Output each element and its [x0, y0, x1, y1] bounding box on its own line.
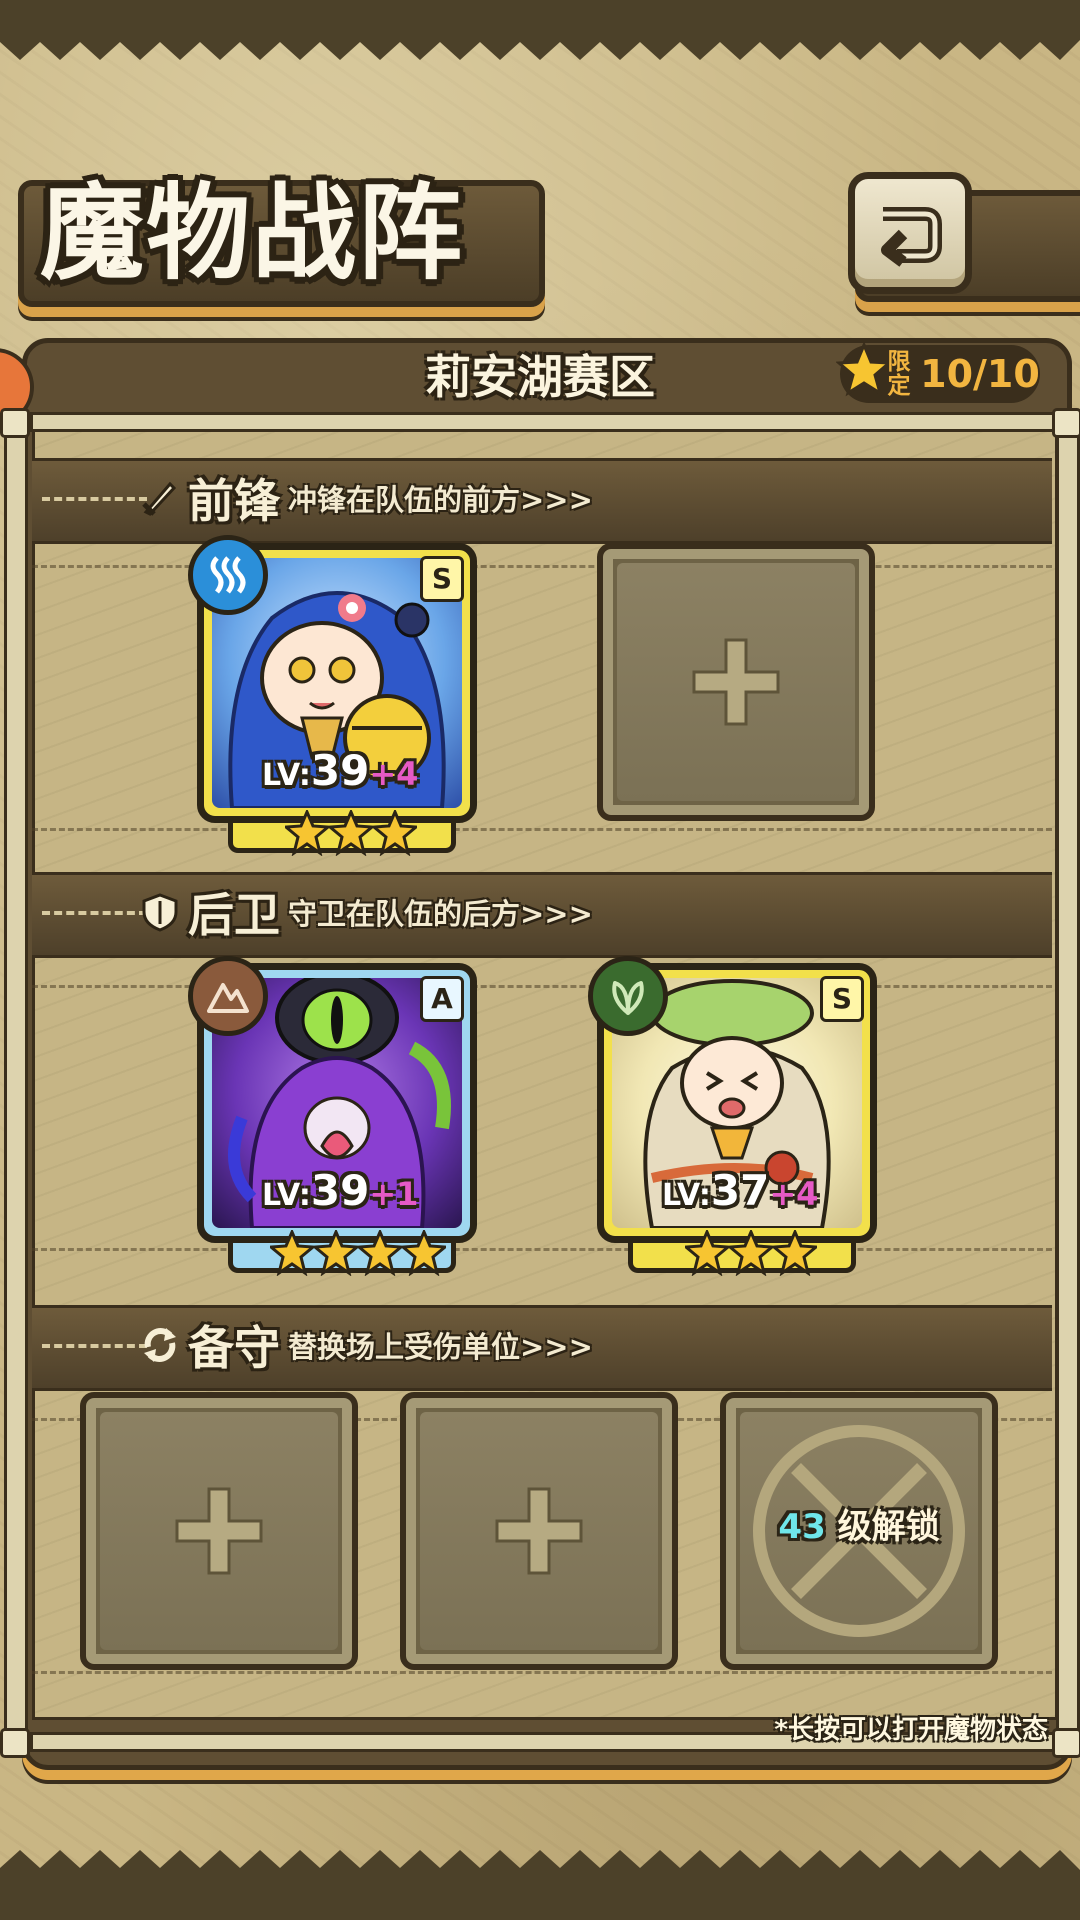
level-label: LV:37+4 [662, 1166, 818, 1216]
earth-icon [207, 983, 249, 1013]
level-label: LV:39+1 [262, 1166, 418, 1216]
star-icon [314, 1230, 358, 1276]
shield-icon [142, 893, 178, 932]
reserve-header: 备守 替换场上受伤单位>>> [140, 1305, 593, 1385]
back-button[interactable] [848, 172, 972, 294]
back-title: 后卫 [188, 888, 280, 942]
unlock-level: 43 [778, 1507, 826, 1547]
level-label: LV:39+4 [262, 746, 418, 796]
front-header: 前锋 冲锋在队伍的前方>>> [140, 458, 593, 538]
top-rail [30, 412, 1060, 432]
level-bonus: +4 [369, 755, 419, 793]
level-value: 39 [310, 1166, 370, 1215]
unlock-requirement: 43 级解锁 [726, 1503, 992, 1551]
right-rail [1056, 418, 1080, 1742]
bottom-torn-edge [0, 1850, 1080, 1920]
rail-knob [0, 1728, 30, 1758]
level-value: 37 [710, 1166, 770, 1215]
back-desc: 守卫在队伍的后方>>> [288, 897, 593, 931]
star-rating [285, 810, 417, 858]
element-badge [588, 956, 668, 1036]
level-bonus: +1 [369, 1175, 419, 1213]
star-icon [773, 1230, 817, 1276]
front-lane [32, 565, 1052, 831]
rail-knob [1052, 408, 1080, 438]
star-rating [685, 1230, 817, 1278]
reserve-desc: 替换场上受伤单位>>> [288, 1330, 593, 1364]
level-bonus: +4 [769, 1175, 819, 1213]
star-icon [358, 1230, 402, 1276]
plus-icon [495, 1487, 583, 1575]
reserve-title: 备守 [188, 1321, 280, 1375]
front-title: 前锋 [188, 474, 280, 528]
empty-slot-reserve-1[interactable] [80, 1392, 358, 1670]
sword-icon [142, 481, 177, 516]
rank-badge: S [820, 976, 864, 1022]
swap-icon [144, 1328, 176, 1362]
star-icon [329, 810, 373, 856]
back-header: 后卫 守卫在队伍的后方>>> [140, 872, 593, 952]
back-lane [32, 985, 1052, 1251]
empty-slot-reserve-2[interactable] [400, 1392, 678, 1670]
top-torn-edge [0, 0, 1080, 60]
limit-count: 10/10 [920, 352, 1040, 396]
front-desc: 冲锋在队伍的前方>>> [288, 483, 593, 517]
star-icon [373, 810, 417, 856]
level-value: 39 [310, 746, 370, 795]
rail-knob [1052, 1728, 1080, 1758]
long-press-hint: *长按可以打开魔物状态 [774, 1715, 1048, 1745]
rank-badge: S [420, 556, 464, 602]
leaf-icon [612, 981, 644, 1015]
plus-icon [175, 1487, 263, 1575]
star-icon [685, 1230, 729, 1276]
limit-label: 限定 [887, 349, 911, 399]
star-icon [402, 1230, 446, 1276]
lv-prefix: LV: [662, 1178, 711, 1213]
star-icon [285, 810, 329, 856]
element-badge [188, 535, 268, 615]
rank-badge: A [420, 976, 464, 1022]
locked-slot-reserve-3[interactable]: 43 级解锁 [720, 1392, 998, 1670]
back-arrow-icon [881, 207, 942, 267]
lv-prefix: LV: [262, 1178, 311, 1213]
star-rating [270, 1230, 446, 1278]
empty-slot-front-2[interactable] [597, 543, 875, 821]
plus-icon [692, 638, 780, 726]
unlock-text: 级解锁 [837, 1507, 940, 1547]
page-title: 魔物战阵 [40, 171, 465, 294]
lv-prefix: LV: [262, 758, 311, 793]
water-icon [210, 556, 246, 594]
star-icon [729, 1230, 773, 1276]
star-icon [270, 1230, 314, 1276]
left-rail [4, 418, 28, 1742]
rail-knob [0, 408, 30, 438]
element-badge [188, 956, 268, 1036]
